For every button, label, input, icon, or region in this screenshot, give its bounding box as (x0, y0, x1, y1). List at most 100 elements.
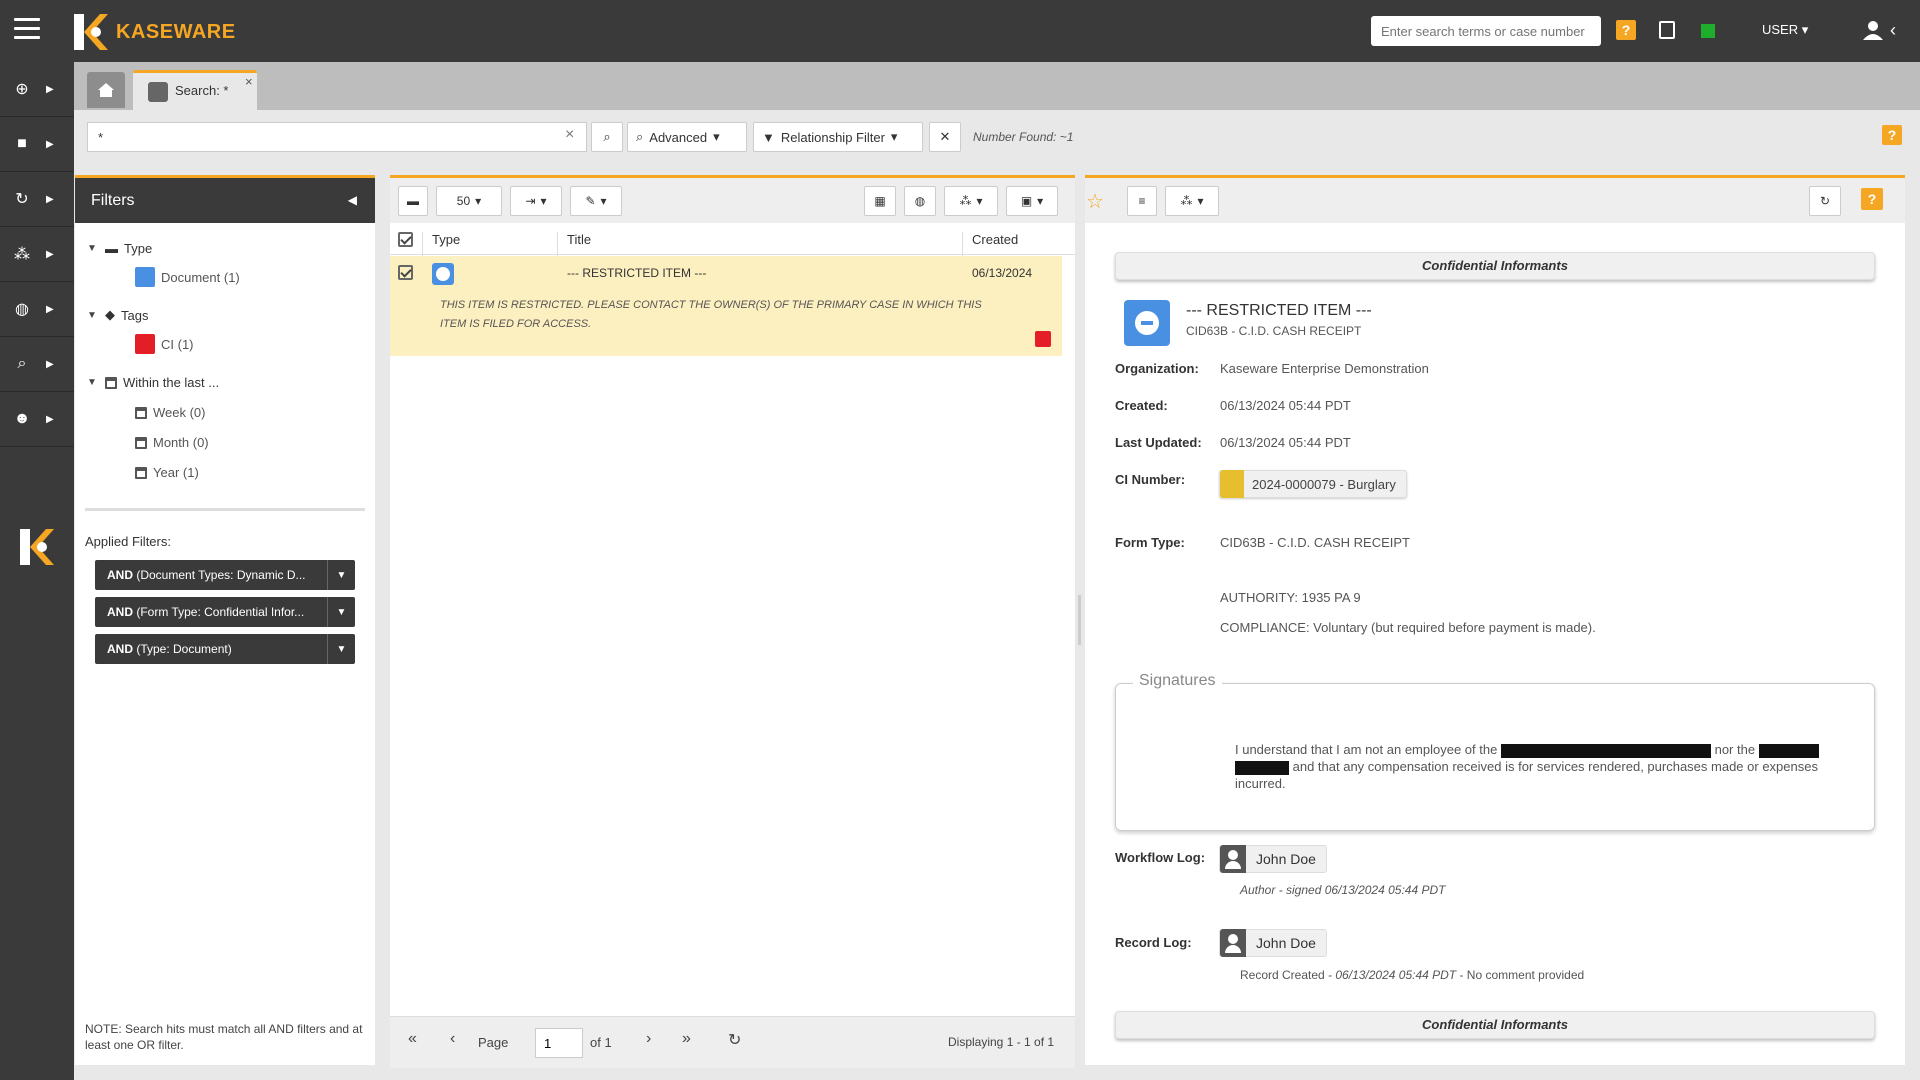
chevron-right-icon: ▶ (46, 138, 54, 150)
chevron-right-icon: ▶ (46, 358, 54, 370)
tab-home[interactable] (87, 72, 125, 108)
search-input[interactable] (87, 122, 587, 152)
contact-card-icon[interactable] (1659, 21, 1675, 39)
page-input[interactable] (535, 1028, 583, 1058)
signatures-legend: Signatures (1133, 672, 1222, 690)
export-button[interactable]: ⇥ ▾ (510, 186, 562, 216)
kaseware-k-icon[interactable] (18, 527, 54, 567)
first-page-icon[interactable]: « (408, 1030, 417, 1048)
network-button[interactable]: ⁂ ▾ (1165, 186, 1219, 216)
panel-splitter[interactable] (1078, 595, 1081, 645)
tree-node-type[interactable]: ▼ ▬ Type (87, 241, 152, 256)
chevron-right-icon: ▶ (46, 413, 54, 425)
refresh-button[interactable]: ↻ (1809, 186, 1841, 216)
chevron-down-icon[interactable]: ▼ (327, 634, 355, 664)
export-icon: ⇥ (525, 194, 536, 208)
tab-search[interactable]: Search: * × (133, 70, 257, 110)
tree-label-tags: Tags (121, 307, 149, 323)
globe-button[interactable]: ◍ (904, 186, 936, 216)
calendar-button[interactable]: ▦ (864, 186, 896, 216)
clear-icon[interactable]: × (565, 126, 574, 144)
rail-item-globe[interactable]: ◍ ▶ (0, 282, 74, 337)
rail-item-cases[interactable]: ■ ▶ (0, 117, 74, 172)
tree-node-tags[interactable]: ▼ ◆ Tags (87, 307, 148, 323)
filters-header: Filters ◀ (75, 178, 375, 223)
search-icon: ⌕ (17, 355, 27, 372)
chevron-left-icon[interactable]: ◀ (348, 193, 357, 207)
refresh-icon: ↻ (15, 191, 29, 208)
user-menu[interactable]: USER ▾ (1762, 22, 1808, 38)
page-size-value: 50 (456, 194, 471, 208)
rail-item-recent[interactable]: ↻ ▶ (0, 172, 74, 227)
clear-filters-button[interactable]: ✕ (929, 122, 961, 152)
help-icon[interactable]: ? (1861, 188, 1883, 210)
column-header-type[interactable]: Type (432, 232, 460, 247)
checkbox-icon (398, 232, 413, 247)
tree-leaf-document[interactable]: Document (1) (135, 267, 240, 287)
last-page-icon[interactable]: » (682, 1030, 691, 1048)
close-icon[interactable]: × (245, 74, 253, 89)
workflow-person-chip[interactable]: John Doe (1219, 845, 1327, 873)
chevron-down-icon: ▾ (540, 194, 547, 208)
column-header-title[interactable]: Title (567, 232, 591, 247)
left-rail: ⊕ ▶ ■ ▶ ↻ ▶ ⁂ ▶ ◍ ▶ ⌕ ▶ ☻ ▶ (0, 62, 74, 1080)
help-icon[interactable]: ? (1616, 20, 1636, 40)
relationship-filter-dropdown[interactable]: ▼ Relationship Filter ▾ (753, 122, 923, 152)
page-size-select[interactable]: 50 ▾ (436, 186, 502, 216)
network-button[interactable]: ⁂ ▾ (944, 186, 998, 216)
zoom-icon: ⌕ (636, 129, 644, 144)
filter-op: AND (107, 568, 133, 582)
chevron-down-icon[interactable]: ▼ (327, 597, 355, 627)
record-log-label: Record Log: (1115, 935, 1192, 950)
deselect-all-button[interactable]: ▬ (398, 186, 428, 216)
tree-label-month: Month (0) (153, 435, 209, 450)
chevron-down-icon[interactable]: ▼ (327, 560, 355, 590)
tree-leaf-week[interactable]: Week (0) (135, 405, 206, 420)
workflow-note: Author - signed 06/13/2024 05:44 PDT (1240, 883, 1446, 897)
chevron-down-icon: ▼ (87, 377, 97, 388)
rail-item-users[interactable]: ☻ ▶ (0, 392, 74, 447)
row-checkbox[interactable] (398, 265, 413, 280)
save-button[interactable]: ▣ ▾ (1006, 186, 1058, 216)
hamburger-menu-icon[interactable] (14, 18, 40, 42)
page-of-label: of 1 (590, 1035, 612, 1050)
tree-label-within: Within the last ... (123, 375, 220, 390)
tree-leaf-year[interactable]: Year (1) (135, 465, 199, 480)
ci-number-chip[interactable]: 2024-0000079 - Burglary (1219, 470, 1407, 498)
calendar-icon (135, 406, 147, 419)
menu-button[interactable]: ≡ (1127, 186, 1157, 216)
record-person-chip[interactable]: John Doe (1219, 929, 1327, 957)
pagination-bar: « ‹ Page of 1 › » ↻ Displaying 1 - 1 of … (390, 1016, 1075, 1068)
restricted-icon (1124, 300, 1170, 346)
chevron-right-icon: ▶ (46, 193, 54, 205)
applied-filter[interactable]: AND (Type: Document) ▼ (95, 634, 355, 664)
help-icon[interactable]: ? (1882, 125, 1902, 145)
next-page-icon[interactable]: › (646, 1030, 651, 1048)
search-button[interactable]: ⌕ (591, 122, 623, 152)
user-avatar-icon[interactable] (1862, 19, 1884, 41)
close-icon: ✕ (939, 129, 951, 144)
select-all-checkbox[interactable] (398, 232, 413, 250)
sig-text-3: and that any compensation received is fo… (1235, 759, 1818, 791)
applied-filter[interactable]: AND (Document Types: Dynamic D... ▼ (95, 560, 355, 590)
global-search-input[interactable] (1371, 16, 1601, 46)
applied-filter[interactable]: AND (Form Type: Confidential Infor... ▼ (95, 597, 355, 627)
filters-note: NOTE: Search hits must match all AND fil… (85, 1022, 363, 1052)
tree-node-within[interactable]: ▼ Within the last ... (87, 375, 219, 390)
chevron-left-icon[interactable]: ‹ (1890, 20, 1896, 41)
refresh-icon[interactable]: ↻ (728, 1030, 741, 1050)
kaseware-logo[interactable]: KASEWARE (72, 12, 236, 52)
advanced-dropdown[interactable]: ⌕ Advanced ▾ (627, 122, 747, 152)
rail-item-search[interactable]: ⌕ ▶ (0, 337, 74, 392)
users-icon: ☻ (13, 410, 31, 427)
edit-button[interactable]: ✎ ▾ (570, 186, 622, 216)
tree-leaf-month[interactable]: Month (0) (135, 435, 209, 450)
rail-item-create[interactable]: ⊕ ▶ (0, 62, 74, 117)
chevron-down-icon: ▾ (890, 129, 898, 144)
tree-leaf-ci[interactable]: CI (1) (135, 334, 194, 354)
previous-page-icon[interactable]: ‹ (450, 1030, 455, 1048)
column-header-created[interactable]: Created (972, 232, 1018, 247)
table-row[interactable]: --- RESTRICTED ITEM --- 06/13/2024 THIS … (390, 256, 1062, 356)
section-header: Confidential Informants (1115, 252, 1875, 280)
rail-item-network[interactable]: ⁂ ▶ (0, 227, 74, 282)
